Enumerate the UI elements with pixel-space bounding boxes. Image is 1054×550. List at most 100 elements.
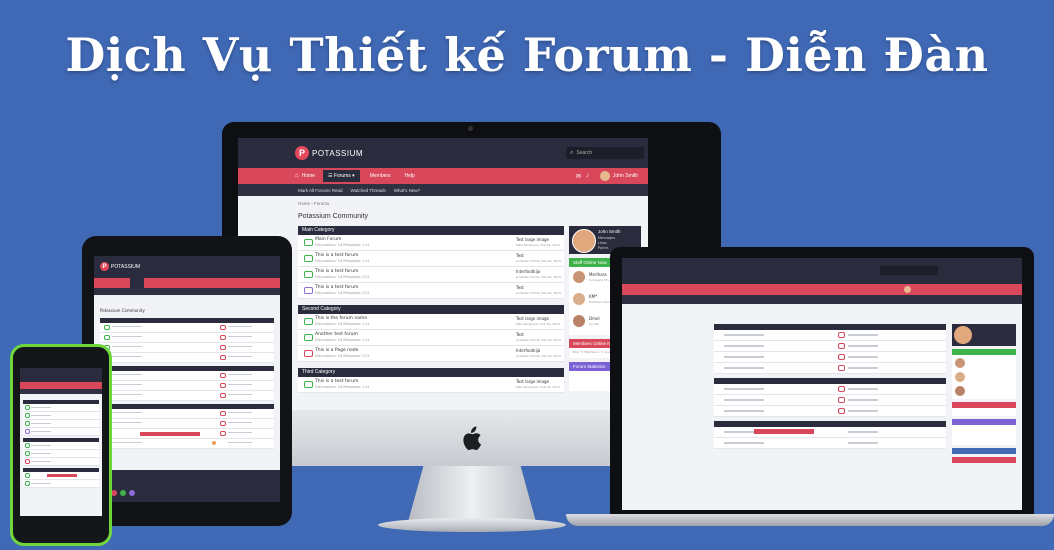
forum-row[interactable] <box>100 323 274 333</box>
profile-card[interactable] <box>952 324 1016 346</box>
nav-home[interactable]: Home <box>302 173 315 179</box>
forum-row[interactable] <box>100 353 274 363</box>
latest-post[interactable]: Test large image <box>516 379 549 384</box>
latest-post[interactable]: Test large image <box>516 237 549 242</box>
forum-row[interactable] <box>23 450 99 458</box>
forum-row[interactable] <box>100 409 274 419</box>
user-avatar[interactable] <box>904 286 911 293</box>
latest-post[interactable]: Test <box>516 285 524 290</box>
tablet-forum-screen: P POTASSIUM Potassium Community <box>94 256 280 502</box>
category-title[interactable]: Second Category <box>302 306 341 312</box>
forum-row[interactable] <box>714 438 946 449</box>
forum-row[interactable] <box>100 381 274 391</box>
forum-row[interactable]: This is a test forum Discussions: 18 Mess… <box>298 377 564 393</box>
forum-row[interactable] <box>100 429 274 439</box>
subnav-item[interactable]: Mark All Forums Read <box>298 188 343 193</box>
subnav-item[interactable]: What's New? <box>394 188 420 193</box>
main-nav <box>20 382 102 389</box>
forum-row[interactable] <box>23 428 99 436</box>
social-icon[interactable] <box>120 490 126 496</box>
social-icon[interactable] <box>129 490 135 496</box>
site-header: P POTASSIUM <box>94 256 280 278</box>
forum-row[interactable] <box>714 406 946 417</box>
site-logo[interactable]: P POTASSIUM <box>295 146 363 160</box>
latest-post[interactable]: Interfootkija <box>516 269 540 274</box>
forum-row[interactable] <box>100 419 274 429</box>
avatar[interactable] <box>573 293 585 305</box>
forum-row[interactable] <box>714 427 946 438</box>
forum-row[interactable] <box>714 330 946 341</box>
forum-title[interactable]: This is the forum name <box>315 316 367 321</box>
category-title[interactable]: Third Category <box>302 369 335 375</box>
forum-row[interactable] <box>100 371 274 381</box>
breadcrumb[interactable]: Home › Forums <box>298 201 329 206</box>
forum-icon <box>304 381 313 388</box>
forum-row[interactable] <box>23 480 99 488</box>
profile-name[interactable]: John Smith <box>598 229 621 234</box>
forum-row[interactable]: This is a Page node Discussions: 16 Messa… <box>298 346 564 362</box>
forum-row[interactable] <box>23 458 99 466</box>
subnav-item[interactable]: Watched Threads <box>351 188 386 193</box>
forum-row[interactable]: This is a test forum Discussions: 16 Mess… <box>298 251 564 267</box>
forum-icon <box>304 239 313 246</box>
nav-forums[interactable]: ☰ Forums ▾ <box>322 170 360 182</box>
nav-help[interactable]: Help <box>405 173 415 179</box>
site-logo[interactable]: P POTASSIUM <box>100 262 140 271</box>
forum-list: Main Category Main Forum Discussions: 18 … <box>298 226 564 393</box>
forum-list <box>100 318 274 449</box>
forum-title[interactable]: This is a test forum <box>315 253 358 258</box>
forum-row[interactable] <box>100 343 274 353</box>
user-avatar[interactable] <box>600 171 610 181</box>
forum-stats: Discussions: 16 Messages: 213 <box>315 354 370 358</box>
search-input[interactable] <box>880 266 938 275</box>
forum-stats: Discussions: 18 Messages: 114 <box>315 385 370 389</box>
forum-row[interactable] <box>714 363 946 374</box>
latest-post[interactable]: Test <box>516 253 524 258</box>
forum-row[interactable]: This is a test forum Discussions: 18 Mess… <box>298 267 564 283</box>
forum-row[interactable]: Main Forum Discussions: 18 Messages: 114 T… <box>298 235 564 251</box>
forum-title[interactable]: Main Forum <box>315 237 341 242</box>
forum-row[interactable]: This is a test forum Discussions: 18 Mess… <box>298 283 564 299</box>
staff-name[interactable]: Merlhara <box>589 272 607 277</box>
search-input[interactable]: ⌕ Search <box>566 147 644 159</box>
forum-row[interactable]: This is the forum name Discussions: 18 Me… <box>298 314 564 330</box>
avatar[interactable] <box>573 271 585 283</box>
forum-row[interactable] <box>100 333 274 343</box>
staff-name[interactable]: KM* <box>589 294 597 299</box>
forum-row[interactable] <box>23 472 99 480</box>
forum-list <box>23 400 99 488</box>
avatar <box>572 229 596 253</box>
category-header: Third Category <box>298 368 564 377</box>
forum-row[interactable] <box>23 404 99 412</box>
latest-post[interactable]: Interfootkija <box>516 348 540 353</box>
forum-row[interactable] <box>100 439 274 449</box>
forum-title[interactable]: This is a test forum <box>315 269 358 274</box>
forum-title[interactable]: This is a Page node <box>315 348 358 353</box>
site-header: P POTASSIUM ⌕ Search <box>238 138 648 168</box>
avatar[interactable] <box>573 315 585 327</box>
forum-row[interactable] <box>714 352 946 363</box>
mail-icon[interactable]: ✉ <box>576 173 581 180</box>
user-name[interactable]: John Smith <box>613 173 638 179</box>
forum-row[interactable] <box>100 391 274 401</box>
latest-post[interactable]: Test large image <box>516 316 549 321</box>
bell-icon[interactable]: ♪ <box>586 173 589 179</box>
forum-row[interactable] <box>23 420 99 428</box>
logo-mark: P <box>100 262 109 271</box>
forum-title[interactable]: This is a test forum <box>315 379 358 384</box>
forum-title[interactable]: Another test forum <box>315 332 358 337</box>
staff-name[interactable]: Dmel <box>589 316 600 321</box>
forum-stats: Discussions: 18 Messages: 213 <box>315 275 370 279</box>
forum-row[interactable] <box>23 442 99 450</box>
forum-title[interactable]: This is a test forum <box>315 285 358 290</box>
forum-icon <box>304 334 313 341</box>
nav-members[interactable]: Members <box>370 173 391 179</box>
forum-row[interactable] <box>714 395 946 406</box>
forum-row[interactable] <box>714 341 946 352</box>
forum-row[interactable]: Another test forum Discussions: 16 Messag… <box>298 330 564 346</box>
forum-row[interactable] <box>714 384 946 395</box>
forum-row[interactable] <box>23 412 99 420</box>
latest-post[interactable]: Test <box>516 332 524 337</box>
forum-list <box>714 324 946 449</box>
category-title[interactable]: Main Category <box>302 227 335 233</box>
